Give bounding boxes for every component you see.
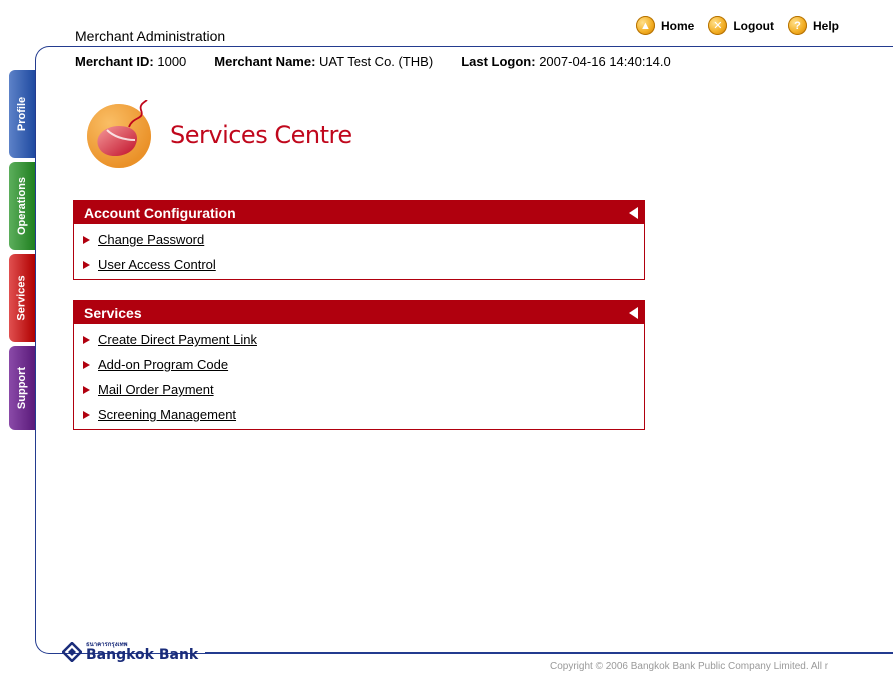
merchant-name: Merchant Name: UAT Test Co. (THB) <box>214 54 434 69</box>
services-panel: Services Create Direct Payment Link Add-… <box>73 300 645 430</box>
page-title: Services Centre <box>170 121 352 149</box>
user-access-control-link[interactable]: User Access Control <box>98 257 216 272</box>
merchant-info-bar: Merchant ID: 1000 Merchant Name: UAT Tes… <box>75 54 671 69</box>
logout-link[interactable]: ✕ Logout <box>708 16 774 35</box>
help-link[interactable]: ? Help <box>788 16 839 35</box>
tab-operations[interactable]: Operations <box>9 162 35 250</box>
list-item: Add-on Program Code <box>74 352 644 377</box>
home-icon: ▲ <box>636 16 655 35</box>
tab-profile[interactable]: Profile <box>9 70 35 158</box>
top-navigation: ▲ Home ✕ Logout ? Help <box>636 16 839 35</box>
collapse-arrow-icon[interactable] <box>629 306 638 319</box>
collapse-arrow-icon[interactable] <box>629 206 638 219</box>
list-item: User Access Control <box>74 252 644 277</box>
logout-icon: ✕ <box>708 16 728 35</box>
bank-wordmark: ธนาคารกรุงเทพ Bangkok Bank <box>86 642 198 662</box>
last-logon: Last Logon: 2007-04-16 14:40:14.0 <box>461 54 671 69</box>
bullet-arrow-icon <box>83 260 90 269</box>
help-label: Help <box>813 18 840 33</box>
bullet-arrow-icon <box>83 235 90 244</box>
screening-management-link[interactable]: Screening Management <box>98 407 236 422</box>
copyright-text: Copyright © 2006 Bangkok Bank Public Com… <box>550 661 829 672</box>
mouse-logo-icon <box>87 100 151 168</box>
app-title: Merchant Administration <box>75 28 226 44</box>
tab-services[interactable]: Services <box>9 254 35 342</box>
home-label: Home <box>661 18 695 33</box>
list-item: Screening Management <box>74 402 644 427</box>
bangkok-bank-logo-icon <box>62 642 82 662</box>
home-link[interactable]: ▲ Home <box>636 16 694 35</box>
help-icon: ? <box>788 16 807 35</box>
panel-header: Services <box>74 301 644 324</box>
menu-list: Change Password User Access Control <box>74 224 644 279</box>
bullet-arrow-icon <box>83 385 90 394</box>
logout-label: Logout <box>733 18 774 33</box>
merchant-id: Merchant ID: 1000 <box>75 54 187 69</box>
bank-logo: ธนาคารกรุงเทพ Bangkok Bank <box>62 642 198 662</box>
bank-name: Bangkok Bank <box>86 647 199 663</box>
menu-list: Create Direct Payment Link Add-on Progra… <box>74 324 644 429</box>
bullet-arrow-icon <box>83 335 90 344</box>
create-direct-payment-link[interactable]: Create Direct Payment Link <box>98 332 257 347</box>
mail-order-payment-link[interactable]: Mail Order Payment <box>98 382 214 397</box>
bullet-arrow-icon <box>83 410 90 419</box>
footer-divider <box>205 652 893 653</box>
tab-support[interactable]: Support <box>9 346 35 430</box>
panel-title: Account Configuration <box>84 204 236 221</box>
list-item: Change Password <box>74 227 644 252</box>
add-on-program-code-link[interactable]: Add-on Program Code <box>98 357 228 372</box>
panel-header: Account Configuration <box>74 201 644 224</box>
bullet-arrow-icon <box>83 360 90 369</box>
panel-title: Services <box>84 304 142 321</box>
account-configuration-panel: Account Configuration Change Password Us… <box>73 200 645 280</box>
list-item: Mail Order Payment <box>74 377 644 402</box>
change-password-link[interactable]: Change Password <box>98 232 204 247</box>
list-item: Create Direct Payment Link <box>74 327 644 352</box>
